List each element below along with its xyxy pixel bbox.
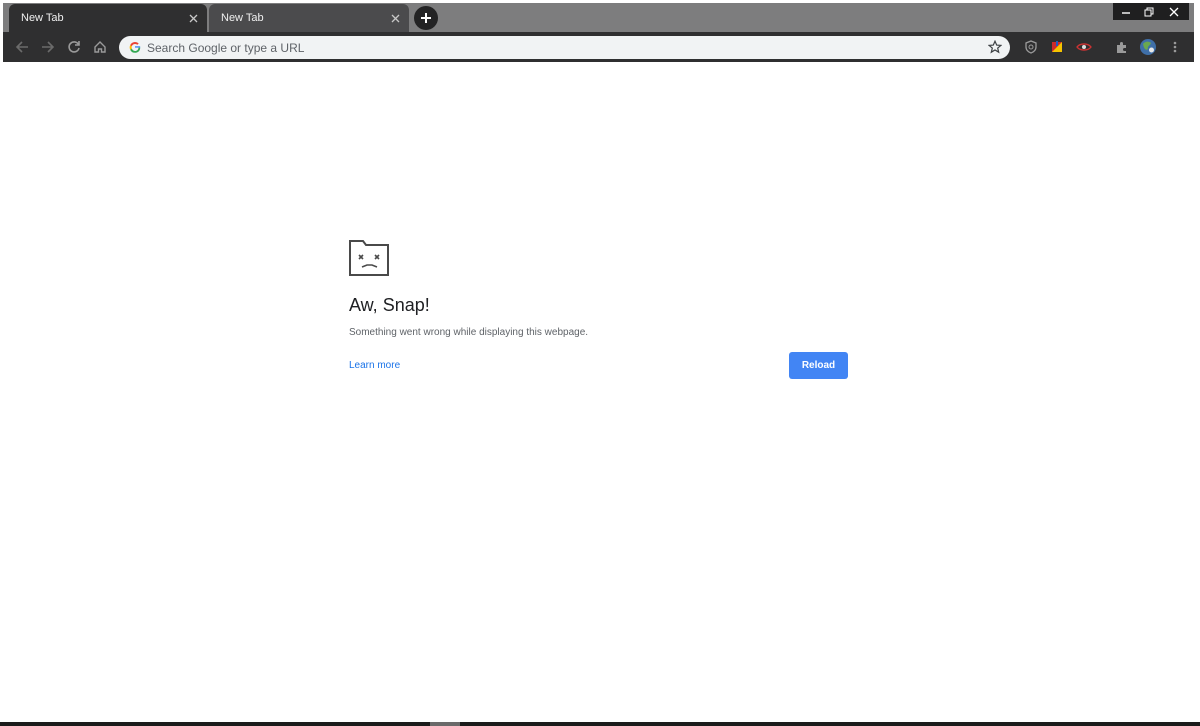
extensions-button[interactable] (1113, 38, 1131, 56)
puzzle-extensions-icon (1117, 42, 1126, 53)
tab-close-icon[interactable] (186, 11, 200, 25)
eye-extension-icon (1076, 43, 1092, 51)
taskbar-edge (0, 722, 1200, 726)
home-button[interactable] (91, 38, 109, 56)
new-tab-button[interactable] (414, 6, 438, 30)
forward-icon (42, 41, 55, 53)
error-title: Aw, Snap! (349, 295, 430, 315)
more-menu-button[interactable] (1166, 38, 1184, 56)
profile-avatar-icon (1140, 39, 1156, 55)
address-bar[interactable] (119, 36, 1010, 59)
minimize-icon (1122, 11, 1130, 14)
reload-page-button[interactable]: Reload (789, 352, 848, 379)
sad-tab-icon (349, 240, 389, 276)
back-icon (15, 41, 28, 53)
error-message: Something went wrong while displaying th… (349, 327, 589, 338)
scrollbar-thumb[interactable] (430, 722, 460, 726)
back-button[interactable] (13, 38, 31, 56)
reload-button[interactable] (65, 38, 83, 56)
learn-more-link[interactable]: Learn more (349, 360, 400, 371)
search-input[interactable] (147, 38, 967, 57)
tab-title: New Tab (21, 12, 64, 24)
restore-icon (1144, 7, 1154, 16)
tab-close-icon[interactable] (388, 11, 402, 25)
color-extension-icon (1052, 41, 1062, 52)
profile-button[interactable] (1139, 38, 1157, 56)
shield-extension-button[interactable] (1022, 38, 1040, 56)
forward-button[interactable] (39, 38, 57, 56)
google-g-icon (129, 42, 141, 53)
more-menu-icon (1173, 41, 1177, 53)
reload-icon (68, 41, 80, 53)
color-extension-button[interactable] (1048, 38, 1066, 56)
shield-extension-icon (1025, 40, 1037, 54)
toolbar (3, 32, 1194, 62)
tab-new-tab-2[interactable]: New Tab (209, 4, 409, 32)
tab-new-tab-1[interactable]: New Tab (9, 4, 207, 32)
browser-window: New Tab New Tab (3, 3, 1194, 62)
home-icon (94, 41, 106, 53)
tab-title: New Tab (221, 12, 264, 24)
window-close-button[interactable] (1159, 3, 1189, 20)
plus-icon (421, 13, 431, 23)
close-icon (1169, 7, 1179, 16)
eye-extension-button[interactable] (1075, 38, 1093, 56)
bookmark-star-icon[interactable] (988, 40, 1002, 54)
tab-strip: New Tab New Tab (3, 3, 1194, 32)
